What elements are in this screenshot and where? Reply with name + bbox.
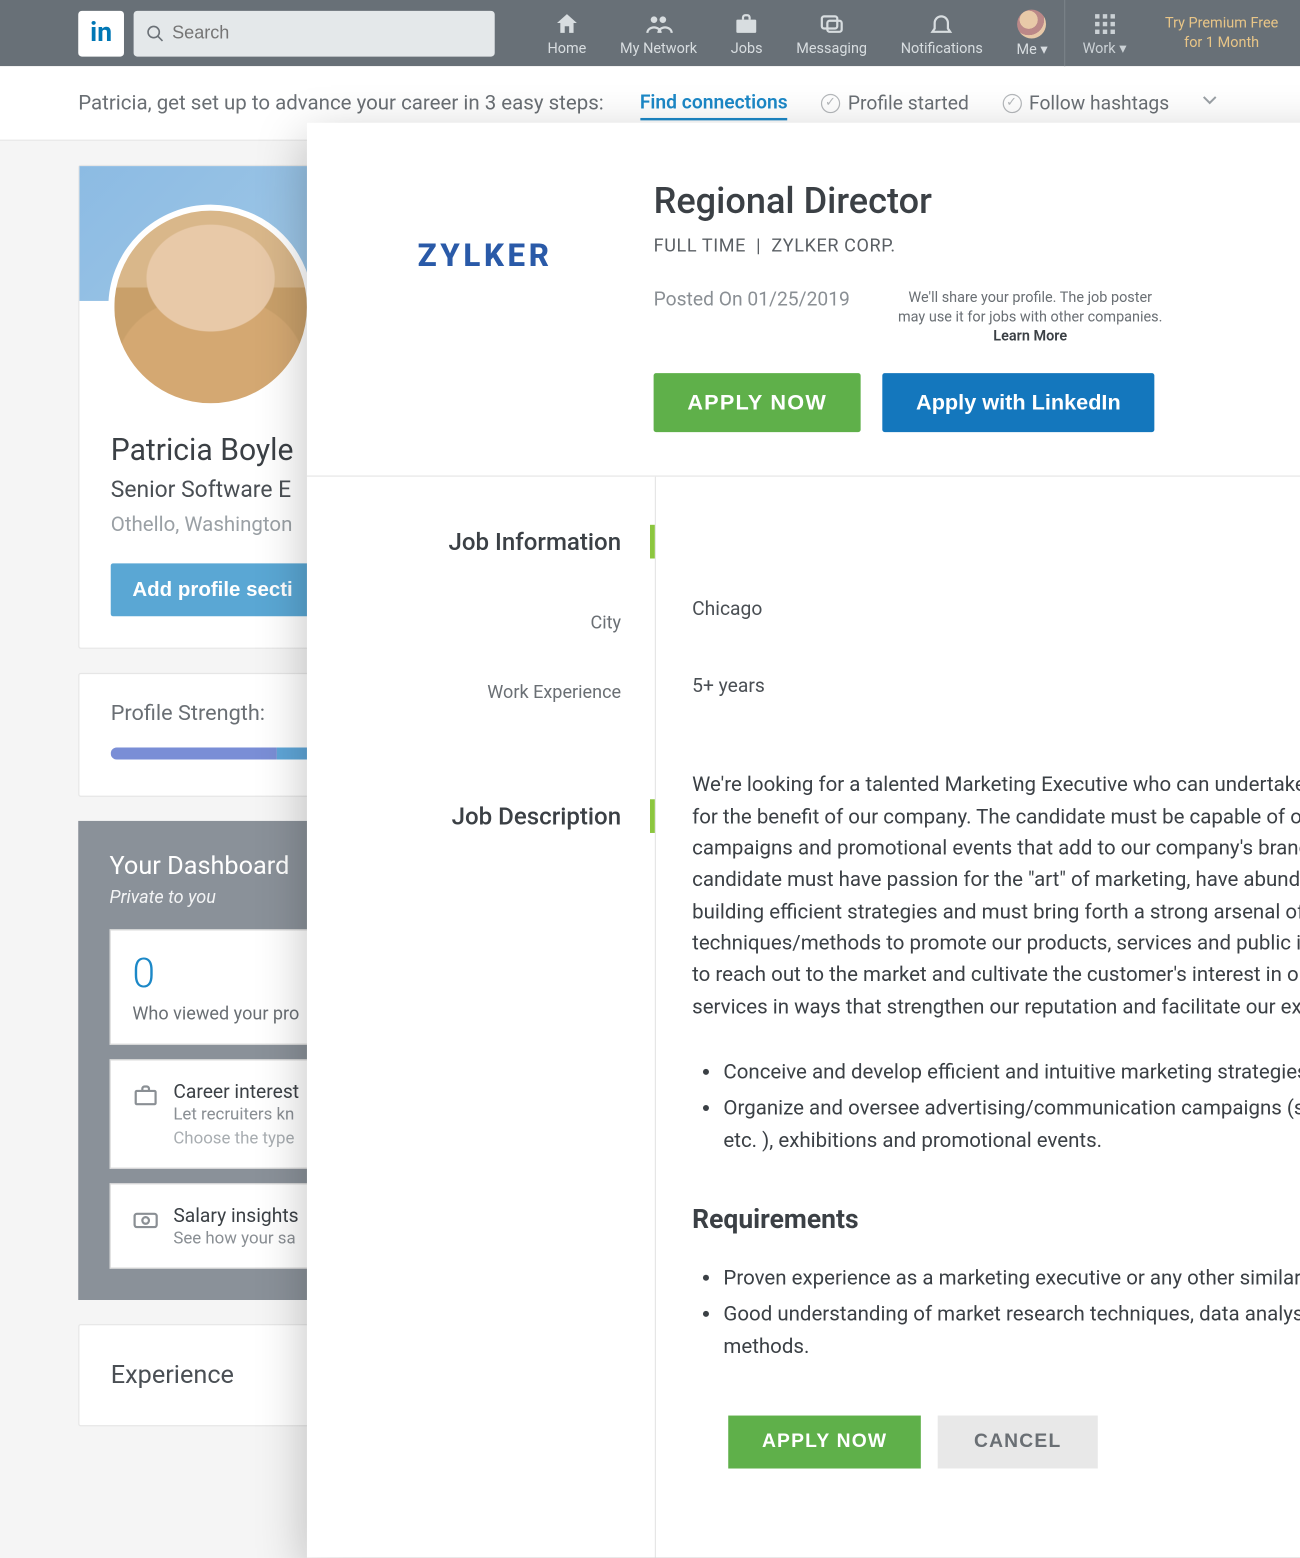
cancel-button[interactable]: CANCEL — [938, 1416, 1098, 1469]
job-title: Regional Director — [654, 181, 1300, 223]
apply-with-linkedin-button[interactable]: Apply with LinkedIn — [882, 373, 1154, 432]
list-item: Good understanding of market research te… — [723, 1299, 1300, 1362]
section-heading-desc: Job Description — [331, 799, 655, 833]
posted-on: Posted On 01/25/2019 — [654, 288, 850, 311]
requirements-heading: Requirements — [692, 1200, 1300, 1241]
section-heading-info: Job Information — [331, 524, 655, 558]
job-detail-modal: ZYLKER Regional Director FULL TIME | ZYL… — [307, 123, 1300, 1558]
job-subtitle: FULL TIME | ZYLKER CORP. — [654, 235, 1300, 257]
apply-now-button[interactable]: APPLY NOW — [654, 373, 861, 432]
value-experience: 5+ years — [692, 672, 1300, 702]
company-logo-text: ZYLKER — [418, 238, 553, 274]
apply-now-button-footer[interactable]: APPLY NOW — [728, 1416, 921, 1469]
label-city: City — [331, 611, 655, 633]
experience-heading: Experience — [111, 1361, 234, 1390]
value-city: Chicago — [692, 594, 1300, 624]
label-experience: Work Experience — [331, 681, 655, 703]
learn-more-link[interactable]: Learn More — [993, 328, 1067, 345]
company-logo: ZYLKER — [365, 181, 606, 432]
modal-backdrop: ZYLKER Regional Director FULL TIME | ZYL… — [0, 0, 1300, 1300]
job-responsibilities-list: Conceive and develop efficient and intui… — [692, 1057, 1300, 1157]
list-item: Proven experience as a marketing executi… — [723, 1263, 1300, 1295]
job-description-paragraph: We're looking for a talented Marketing E… — [692, 769, 1300, 1023]
list-item: Organize and oversee advertising/communi… — [723, 1093, 1300, 1156]
requirements-list: Proven experience as a marketing executi… — [692, 1263, 1300, 1363]
list-item: Conceive and develop efficient and intui… — [723, 1057, 1300, 1089]
disclosure-text: We'll share your profile. The job poster… — [898, 288, 1162, 346]
